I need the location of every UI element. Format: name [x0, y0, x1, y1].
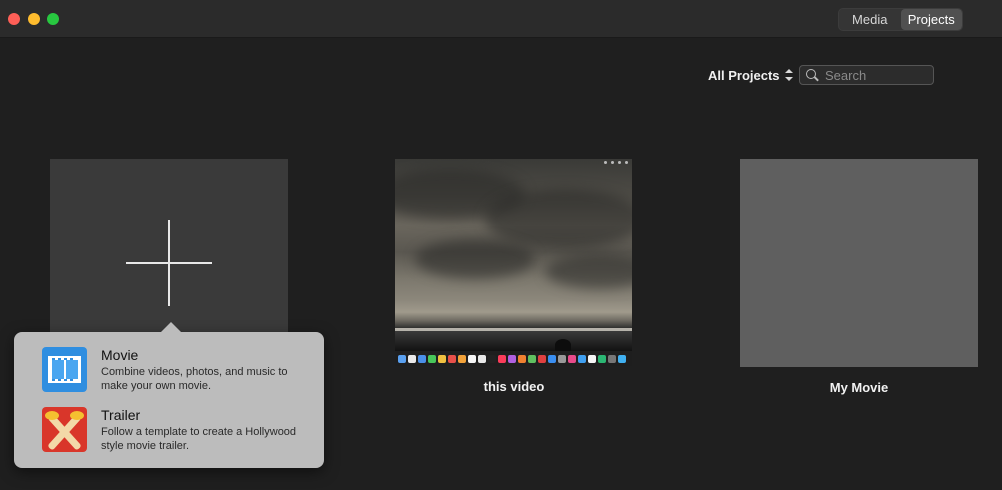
- window-titlebar: Media Projects: [0, 0, 1002, 38]
- projects-filter-label: All Projects: [708, 67, 780, 83]
- view-switcher: Media Projects: [838, 8, 963, 31]
- search-icon: [806, 68, 819, 82]
- project-thumbnail[interactable]: [740, 159, 978, 367]
- project-card[interactable]: this video: [395, 159, 633, 394]
- search-input[interactable]: [825, 67, 930, 83]
- popover-arrow: [161, 322, 181, 332]
- film-icon: [42, 347, 87, 392]
- menu-item-title: Movie: [101, 347, 139, 363]
- menu-item-description-line-1: Follow a template to create a Hollywood: [101, 426, 297, 438]
- new-trailer-menu-item[interactable]: Trailer Follow a template to create a Ho…: [42, 407, 314, 453]
- project-title[interactable]: My Movie: [740, 380, 978, 395]
- menu-item-description-line-2: make your own movie.: [101, 380, 212, 392]
- plus-icon: [126, 220, 212, 306]
- tab-projects[interactable]: Projects: [900, 9, 962, 30]
- project-title[interactable]: this video: [395, 379, 633, 394]
- projects-filter-dropdown[interactable]: All Projects: [708, 67, 793, 83]
- menu-item-title: Trailer: [101, 407, 141, 423]
- zoom-window-button[interactable]: [47, 13, 59, 25]
- new-movie-menu-item[interactable]: Movie Combine videos, photos, and music …: [42, 347, 314, 393]
- chevron-up-down-icon: [784, 69, 793, 81]
- new-project-popover: Movie Combine videos, photos, and music …: [14, 322, 324, 468]
- tab-media[interactable]: Media: [839, 9, 901, 30]
- dock-preview: [395, 351, 632, 366]
- menu-item-description-line-2: style movie trailer.: [101, 440, 190, 452]
- minimize-window-button[interactable]: [28, 13, 40, 25]
- close-window-button[interactable]: [8, 13, 20, 25]
- trailer-icon: [42, 407, 87, 452]
- menu-item-description-line-1: Combine videos, photos, and music to: [101, 366, 288, 378]
- project-card[interactable]: My Movie: [740, 159, 978, 395]
- search-field[interactable]: [799, 65, 934, 85]
- project-thumbnail[interactable]: [395, 159, 632, 366]
- more-icon: [604, 161, 628, 164]
